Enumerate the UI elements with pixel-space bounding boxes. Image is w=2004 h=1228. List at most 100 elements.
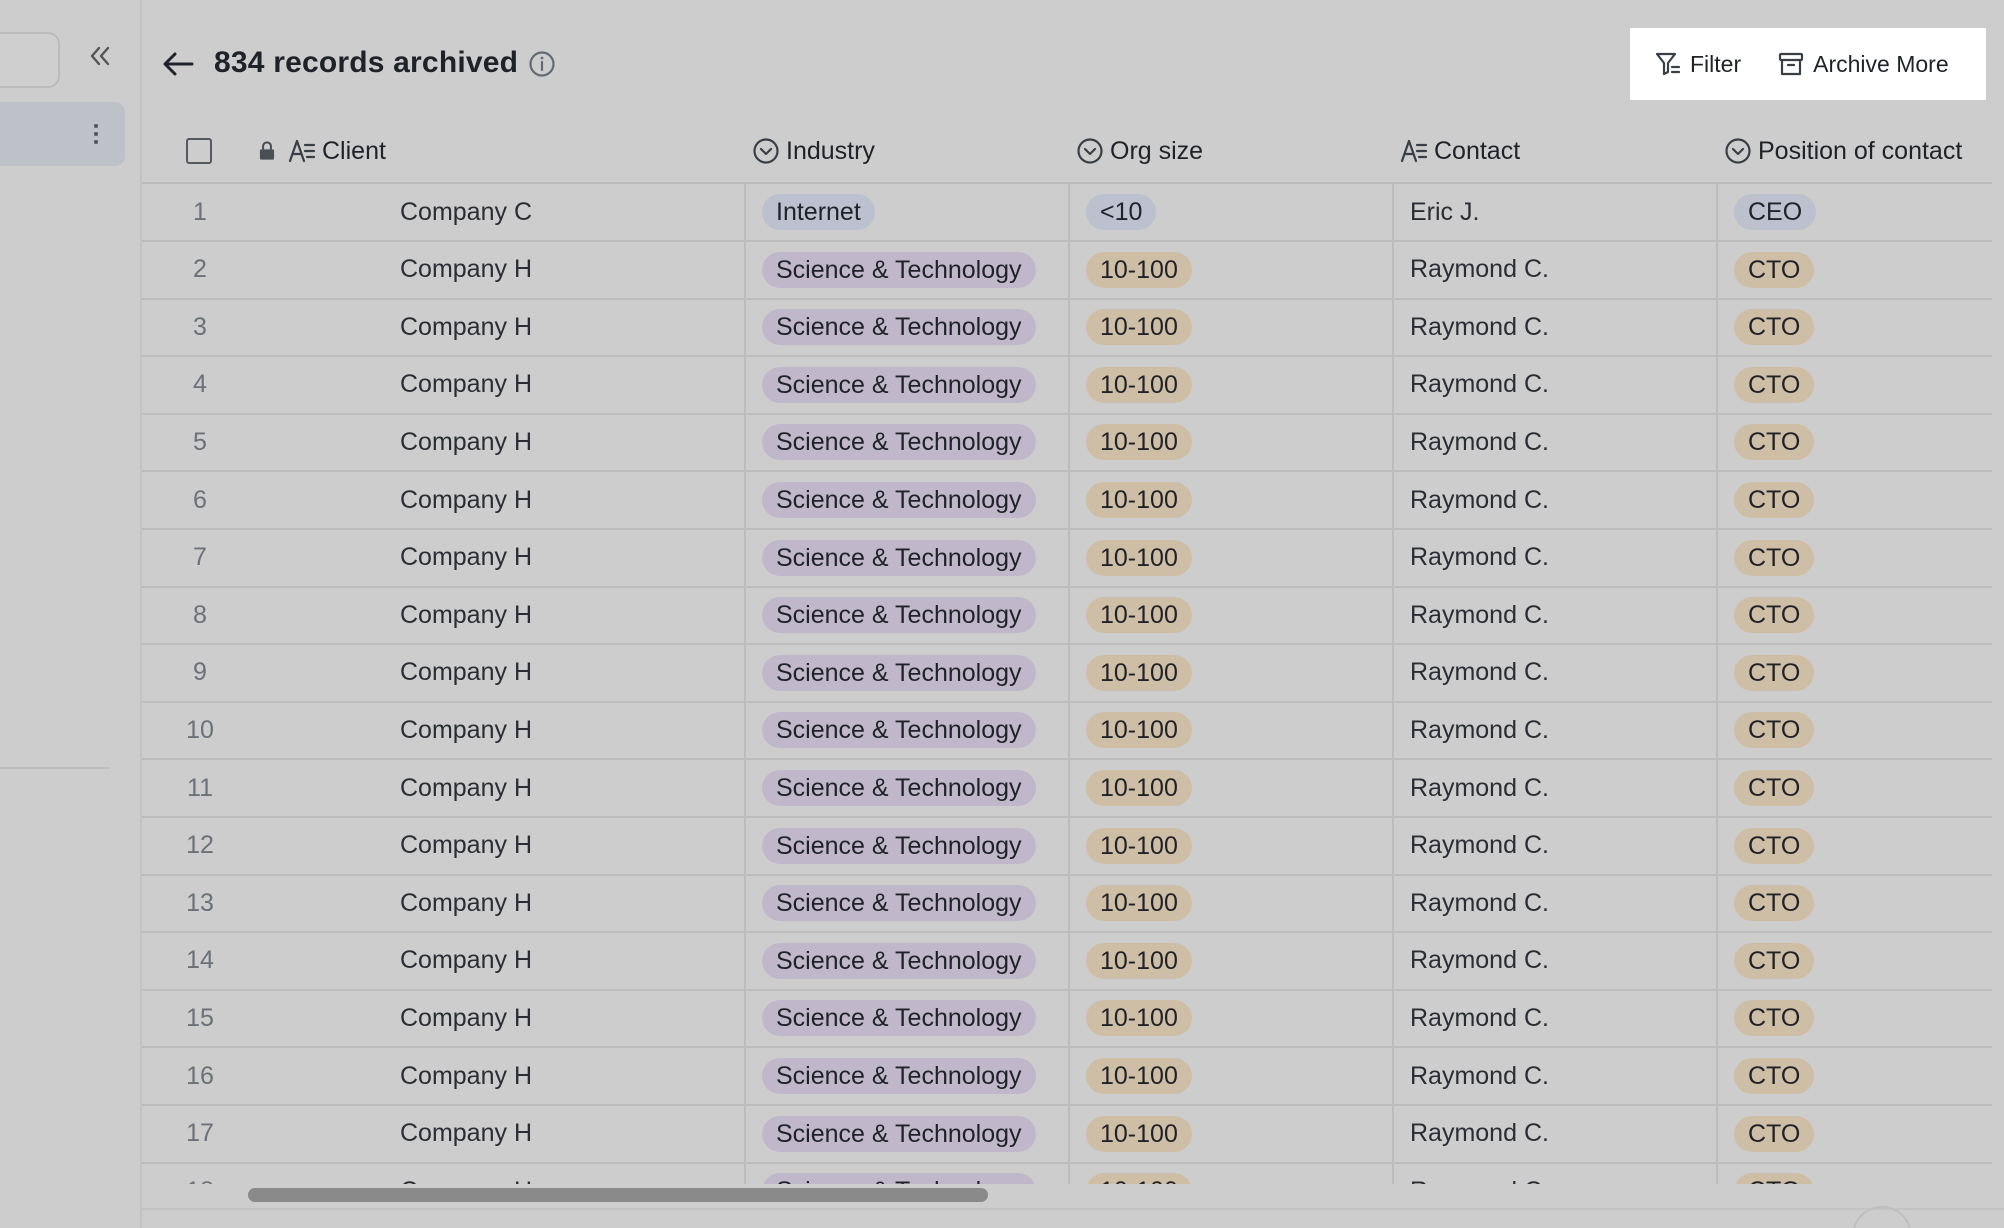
- cell-industry[interactable]: Science & Technology: [744, 875, 1068, 932]
- collapse-sidebar-icon[interactable]: [84, 40, 116, 72]
- table-row[interactable]: 7 Company H Science & Technology 10-100 Raym…: [142, 529, 1992, 588]
- cell-position[interactable]: CTO: [1716, 414, 1992, 471]
- cell-industry[interactable]: Internet: [744, 184, 1068, 240]
- select-all-checkbox[interactable]: [186, 138, 212, 164]
- cell-org-size[interactable]: 10-100: [1068, 1105, 1392, 1162]
- cell-industry[interactable]: Science & Technology: [744, 472, 1068, 528]
- cell-position[interactable]: CTO: [1716, 760, 1992, 816]
- cell-org-size[interactable]: 10-100: [1068, 356, 1392, 413]
- table-row[interactable]: 8 Company H Science & Technology 10-100 Raym…: [142, 587, 1992, 646]
- cell-contact[interactable]: Raymond C.: [1392, 472, 1716, 528]
- cell-contact[interactable]: Raymond C.: [1392, 1163, 1716, 1184]
- table-row[interactable]: 6 Company H Science & Technology 10-100 Raym…: [142, 472, 1992, 530]
- cell-org-size[interactable]: 10-100: [1068, 875, 1392, 932]
- cell-client[interactable]: Company H: [400, 242, 744, 298]
- cell-contact[interactable]: Raymond C.: [1392, 587, 1716, 644]
- cell-industry[interactable]: Science & Technology: [744, 1163, 1068, 1184]
- more-options-icon[interactable]: [88, 118, 104, 150]
- cell-position[interactable]: CTO: [1716, 356, 1992, 413]
- cell-position[interactable]: CTO: [1716, 1163, 1992, 1184]
- cell-client[interactable]: Company H: [400, 1106, 744, 1162]
- column-header-org-size[interactable]: Org size: [1076, 120, 1203, 182]
- cell-org-size[interactable]: 10-100: [1068, 990, 1392, 1047]
- cell-position[interactable]: CTO: [1716, 1105, 1992, 1162]
- cell-contact[interactable]: Raymond C.: [1392, 644, 1716, 701]
- cell-client[interactable]: Company H: [400, 299, 744, 355]
- cell-org-size[interactable]: 10-100: [1068, 932, 1392, 989]
- table-row[interactable]: 5 Company H Science & Technology 10-100 Raym…: [142, 414, 1992, 473]
- cell-position[interactable]: CTO: [1716, 529, 1992, 586]
- cell-industry[interactable]: Science & Technology: [744, 644, 1068, 701]
- sidebar-item-active[interactable]: [0, 102, 125, 166]
- cell-org-size[interactable]: <10: [1068, 184, 1392, 240]
- cell-org-size[interactable]: 10-100: [1068, 817, 1392, 874]
- cell-contact[interactable]: Raymond C.: [1392, 1048, 1716, 1104]
- cell-industry[interactable]: Science & Technology: [744, 1048, 1068, 1104]
- cell-client[interactable]: Company H: [400, 1163, 744, 1184]
- table-row[interactable]: 13 Company H Science & Technology 10-100 Ray…: [142, 875, 1992, 934]
- table-row[interactable]: 3 Company H Science & Technology 10-100 Raym…: [142, 299, 1992, 358]
- cell-industry[interactable]: Science & Technology: [744, 587, 1068, 644]
- cell-industry[interactable]: Science & Technology: [744, 241, 1068, 298]
- cell-industry[interactable]: Science & Technology: [744, 356, 1068, 413]
- cell-client[interactable]: Company H: [400, 702, 744, 758]
- cell-client[interactable]: Company C: [400, 184, 744, 240]
- table-row[interactable]: 15 Company H Science & Technology 10-100 Ray…: [142, 990, 1992, 1049]
- cell-org-size[interactable]: 10-100: [1068, 1048, 1392, 1104]
- table-row[interactable]: 4 Company H Science & Technology 10-100 Raym…: [142, 356, 1992, 415]
- cell-position[interactable]: CTO: [1716, 990, 1992, 1047]
- cell-contact[interactable]: Raymond C.: [1392, 875, 1716, 932]
- cell-contact[interactable]: Eric J.: [1392, 184, 1716, 240]
- cell-position[interactable]: CTO: [1716, 587, 1992, 644]
- cell-position[interactable]: CEO: [1716, 184, 1992, 240]
- cell-contact[interactable]: Raymond C.: [1392, 702, 1716, 759]
- archive-more-button[interactable]: Archive More: [1777, 50, 1949, 78]
- cell-org-size[interactable]: 10-100: [1068, 760, 1392, 816]
- cell-position[interactable]: CTO: [1716, 875, 1992, 932]
- cell-client[interactable]: Company H: [400, 645, 744, 701]
- table-row[interactable]: 1 Company C Internet <10 Eric J. CEO: [142, 184, 1992, 242]
- cell-position[interactable]: CTO: [1716, 472, 1992, 528]
- cell-org-size[interactable]: 10-100: [1068, 241, 1392, 298]
- cell-industry[interactable]: Science & Technology: [744, 529, 1068, 586]
- cell-position[interactable]: CTO: [1716, 241, 1992, 298]
- cell-org-size[interactable]: 10-100: [1068, 299, 1392, 356]
- horizontal-scrollbar[interactable]: [248, 1188, 988, 1202]
- table-row[interactable]: 12 Company H Science & Technology 10-100 Ray…: [142, 817, 1992, 876]
- cell-contact[interactable]: Raymond C.: [1392, 1105, 1716, 1162]
- cell-position[interactable]: CTO: [1716, 702, 1992, 759]
- cell-position[interactable]: CTO: [1716, 817, 1992, 874]
- cell-org-size[interactable]: 10-100: [1068, 414, 1392, 471]
- cell-industry[interactable]: Science & Technology: [744, 760, 1068, 816]
- cell-client[interactable]: Company H: [400, 530, 744, 586]
- cell-contact[interactable]: Raymond C.: [1392, 299, 1716, 356]
- cell-org-size[interactable]: 10-100: [1068, 472, 1392, 528]
- cell-industry[interactable]: Science & Technology: [744, 702, 1068, 759]
- table-row[interactable]: 9 Company H Science & Technology 10-100 Raym…: [142, 644, 1992, 703]
- cell-client[interactable]: Company H: [400, 357, 744, 413]
- cell-client[interactable]: Company H: [400, 818, 744, 874]
- cell-contact[interactable]: Raymond C.: [1392, 414, 1716, 471]
- cell-client[interactable]: Company H: [400, 1048, 744, 1104]
- column-header-industry[interactable]: Industry: [752, 120, 875, 182]
- cell-client[interactable]: Company H: [400, 587, 744, 643]
- cell-org-size[interactable]: 10-100: [1068, 644, 1392, 701]
- cell-org-size[interactable]: 10-100: [1068, 529, 1392, 586]
- cell-industry[interactable]: Science & Technology: [744, 932, 1068, 989]
- filter-button[interactable]: Filter: [1654, 50, 1741, 78]
- table-row[interactable]: 2 Company H Science & Technology 10-100 Raym…: [142, 241, 1992, 300]
- cell-industry[interactable]: Science & Technology: [744, 817, 1068, 874]
- cell-org-size[interactable]: 10-100: [1068, 587, 1392, 644]
- table-row[interactable]: 14 Company H Science & Technology 10-100 Ray…: [142, 932, 1992, 991]
- cell-contact[interactable]: Raymond C.: [1392, 817, 1716, 874]
- cell-client[interactable]: Company H: [400, 414, 744, 470]
- cell-position[interactable]: CTO: [1716, 644, 1992, 701]
- cell-contact[interactable]: Raymond C.: [1392, 529, 1716, 586]
- column-header-contact[interactable]: Contact: [1400, 120, 1520, 182]
- cell-industry[interactable]: Science & Technology: [744, 414, 1068, 471]
- cell-industry[interactable]: Science & Technology: [744, 1105, 1068, 1162]
- cell-position[interactable]: CTO: [1716, 932, 1992, 989]
- cell-client[interactable]: Company H: [400, 760, 744, 816]
- cell-org-size[interactable]: 10-100: [1068, 702, 1392, 759]
- cell-client[interactable]: Company H: [400, 933, 744, 989]
